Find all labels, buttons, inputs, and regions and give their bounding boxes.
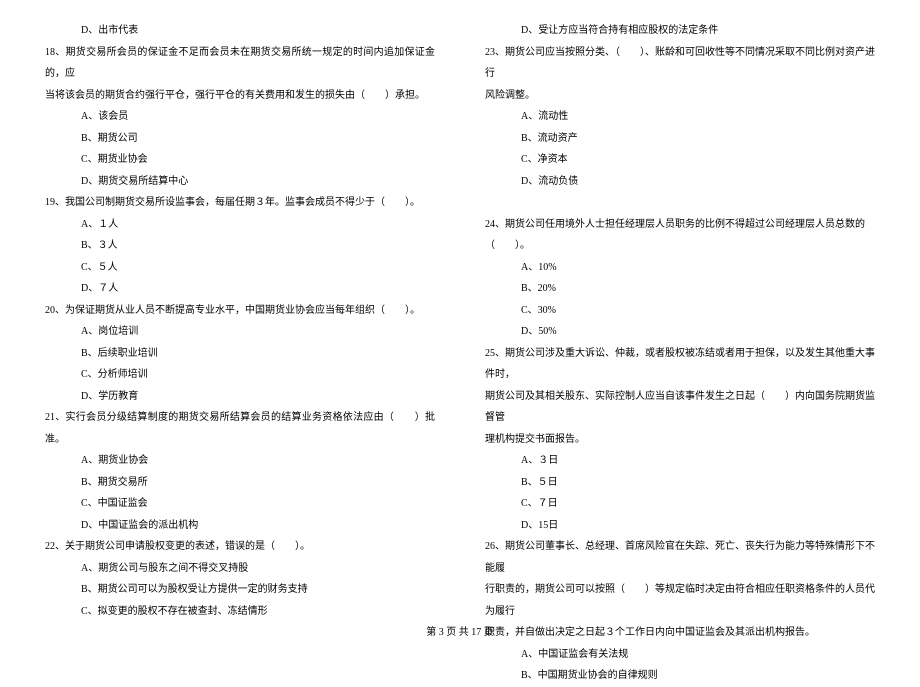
q23: 23、期货公司应当按照分类、（ ）、账龄和可回收性等不同情况采取不同比例对资产进… xyxy=(485,42,875,85)
q18: 18、期货交易所会员的保证金不足而会员未在期货交易所统一规定的时间内追加保证金的… xyxy=(45,42,435,85)
q25-cont1: 期货公司及其相关股东、实际控制人应当自该事件发生之日起（ ）内向国务院期货监督管 xyxy=(485,386,875,429)
q26-option-b: B、中国期货业协会的自律规则 xyxy=(485,665,875,687)
q23-option-d: D、流动负债 xyxy=(485,171,875,193)
q25-option-c: C、７日 xyxy=(485,493,875,515)
q17-option-d: D、出市代表 xyxy=(45,20,435,42)
q21-option-b: B、期货交易所 xyxy=(45,472,435,494)
q21: 21、实行会员分级结算制度的期货交易所结算会员的结算业务资格依法应由（ ）批准。 xyxy=(45,407,435,450)
q25-cont2: 理机构提交书面报告。 xyxy=(485,429,875,451)
q21-option-d: D、中国证监会的派出机构 xyxy=(45,515,435,537)
q18-option-a: A、该会员 xyxy=(45,106,435,128)
q22-option-b: B、期货公司可以为股权受让方提供一定的财务支持 xyxy=(45,579,435,601)
q25-option-b: B、５日 xyxy=(485,472,875,494)
q26-option-a: A、中国证监会有关法规 xyxy=(485,644,875,666)
q18-cont: 当将该会员的期货合约强行平仓，强行平仓的有关费用和发生的损失由（ ）承担。 xyxy=(45,85,435,107)
q19-option-c: C、５人 xyxy=(45,257,435,279)
q22-option-a: A、期货公司与股东之间不得交叉持股 xyxy=(45,558,435,580)
q24-option-c: C、30% xyxy=(485,300,875,322)
q24-option-d: D、50% xyxy=(485,321,875,343)
blank-line xyxy=(485,192,875,214)
q18-option-d: D、期货交易所结算中心 xyxy=(45,171,435,193)
q20-option-d: D、学历教育 xyxy=(45,386,435,408)
q18-option-c: C、期货业协会 xyxy=(45,149,435,171)
page-footer: 第 3 页 共 17 页 xyxy=(0,623,920,638)
right-column: D、受让方应当符合持有相应股权的法定条件 23、期货公司应当按照分类、（ ）、账… xyxy=(485,20,875,687)
q20-option-a: A、岗位培训 xyxy=(45,321,435,343)
q22: 22、关于期货公司申请股权变更的表述，错误的是（ ）。 xyxy=(45,536,435,558)
q24: 24、期货公司任用境外人士担任经理层人员职务的比例不得超过公司经理层人员总数的 xyxy=(485,214,875,236)
q24-option-b: B、20% xyxy=(485,278,875,300)
q21-option-c: C、中国证监会 xyxy=(45,493,435,515)
q22-option-c: C、拟变更的股权不存在被查封、冻结情形 xyxy=(45,601,435,623)
q20: 20、为保证期货从业人员不断提高专业水平，中国期货业协会应当每年组织（ ）。 xyxy=(45,300,435,322)
q22-option-d: D、受让方应当符合持有相应股权的法定条件 xyxy=(485,20,875,42)
q26-cont1: 行职责的，期货公司可以按照（ ）等规定临时决定由符合相应任职资格条件的人员代为履… xyxy=(485,579,875,622)
q19-option-a: A、１人 xyxy=(45,214,435,236)
q19-option-b: B、３人 xyxy=(45,235,435,257)
q23-option-a: A、流动性 xyxy=(485,106,875,128)
left-column: D、出市代表 18、期货交易所会员的保证金不足而会员未在期货交易所统一规定的时间… xyxy=(45,20,435,687)
q19: 19、我国公司制期货交易所设监事会，每届任期３年。监事会成员不得少于（ ）。 xyxy=(45,192,435,214)
q25: 25、期货公司涉及重大诉讼、仲裁，或者股权被冻结或者用于担保，以及发生其他重大事… xyxy=(485,343,875,386)
q20-option-b: B、后续职业培训 xyxy=(45,343,435,365)
q25-option-a: A、３日 xyxy=(485,450,875,472)
q24-cont: （ ）。 xyxy=(485,235,875,257)
q24-option-a: A、10% xyxy=(485,257,875,279)
q25-option-d: D、15日 xyxy=(485,515,875,537)
q19-option-d: D、７人 xyxy=(45,278,435,300)
q26: 26、期货公司董事长、总经理、首席风险官在失踪、死亡、丧失行为能力等特殊情形下不… xyxy=(485,536,875,579)
q23-option-c: C、净资本 xyxy=(485,149,875,171)
q23-cont: 风险调整。 xyxy=(485,85,875,107)
q20-option-c: C、分析师培训 xyxy=(45,364,435,386)
q18-option-b: B、期货公司 xyxy=(45,128,435,150)
q21-option-a: A、期货业协会 xyxy=(45,450,435,472)
q23-option-b: B、流动资产 xyxy=(485,128,875,150)
